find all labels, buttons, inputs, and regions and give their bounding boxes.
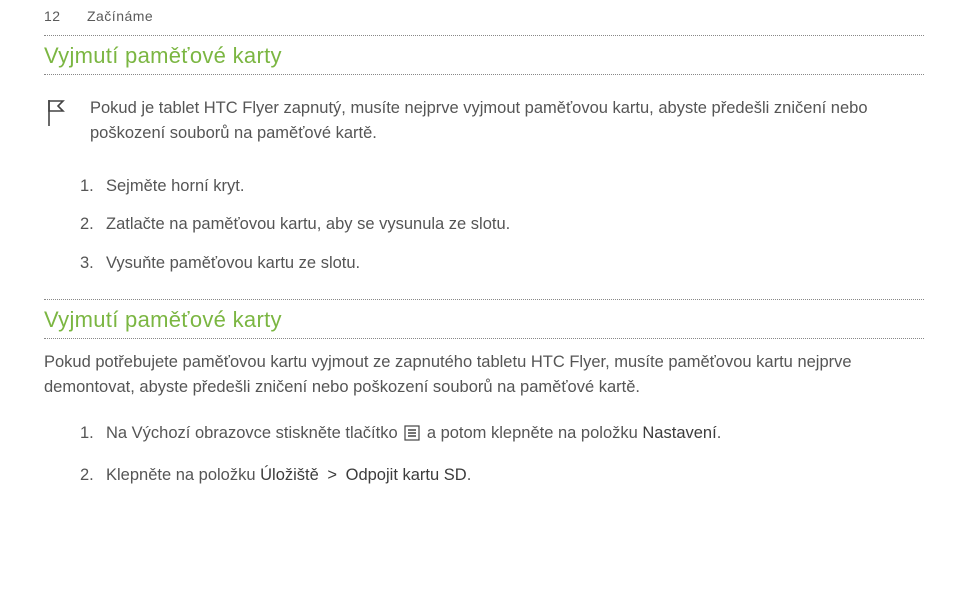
step-text-tail: . xyxy=(717,424,722,442)
list-number: 2. xyxy=(80,212,106,237)
step-text-pre: Klepněte na položku xyxy=(106,466,260,484)
list-text: Vysuňte paměťovou kartu ze slotu. xyxy=(106,251,924,276)
page-header: 12 Začínáme xyxy=(44,0,924,34)
list-text: Na Výchozí obrazovce stiskněte tlačítko … xyxy=(106,421,924,449)
step-text-tail: . xyxy=(467,466,472,484)
section-title: Vyjmutí paměťové karty xyxy=(44,301,924,337)
divider xyxy=(44,74,924,75)
list-item: 1. Na Výchozí obrazovce stiskněte tlačít… xyxy=(80,421,924,463)
list-text: Zatlačte na paměťovou kartu, aby se vysu… xyxy=(106,212,924,237)
section-title: Vyjmutí paměťové karty xyxy=(44,37,924,73)
divider xyxy=(44,299,924,300)
list-number: 2. xyxy=(80,463,106,488)
ordered-list: 1. Sejměte horní kryt. 2. Zatlačte na pa… xyxy=(44,166,924,290)
divider xyxy=(44,338,924,339)
ordered-list: 1. Na Výchozí obrazovce stiskněte tlačít… xyxy=(44,413,924,502)
list-text: Klepněte na položku Úložiště > Odpojit k… xyxy=(106,463,924,488)
header-section-name: Začínáme xyxy=(87,8,153,24)
list-number: 1. xyxy=(80,421,106,449)
list-text: Sejměte horní kryt. xyxy=(106,174,924,199)
list-item: 3. Vysuňte paměťovou kartu ze slotu. xyxy=(80,251,924,290)
page-number: 12 xyxy=(44,8,61,24)
step-text-pre: Na Výchozí obrazovce stiskněte tlačítko xyxy=(106,424,402,442)
menu-icon xyxy=(404,424,420,449)
flag-icon xyxy=(46,98,68,128)
step-text-post: a potom klepněte na položku xyxy=(427,424,643,442)
list-item: 1. Sejměte horní kryt. xyxy=(80,174,924,213)
list-item: 2. Zatlačte na paměťovou kartu, aby se v… xyxy=(80,212,924,251)
step-text-bold: Nastavení xyxy=(642,424,716,442)
list-number: 3. xyxy=(80,251,106,276)
callout-box: Pokud je tablet HTC Flyer zapnutý, musít… xyxy=(44,76,924,166)
callout-text: Pokud je tablet HTC Flyer zapnutý, musít… xyxy=(90,96,924,146)
intro-paragraph: Pokud potřebujete paměťovou kartu vyjmou… xyxy=(44,340,924,413)
breadcrumb-item: Odpojit kartu SD xyxy=(346,466,467,484)
breadcrumb-separator: > xyxy=(323,466,342,484)
divider xyxy=(44,35,924,36)
list-item: 2. Klepněte na položku Úložiště > Odpoji… xyxy=(80,463,924,502)
breadcrumb-item: Úložiště xyxy=(260,466,319,484)
list-number: 1. xyxy=(80,174,106,199)
